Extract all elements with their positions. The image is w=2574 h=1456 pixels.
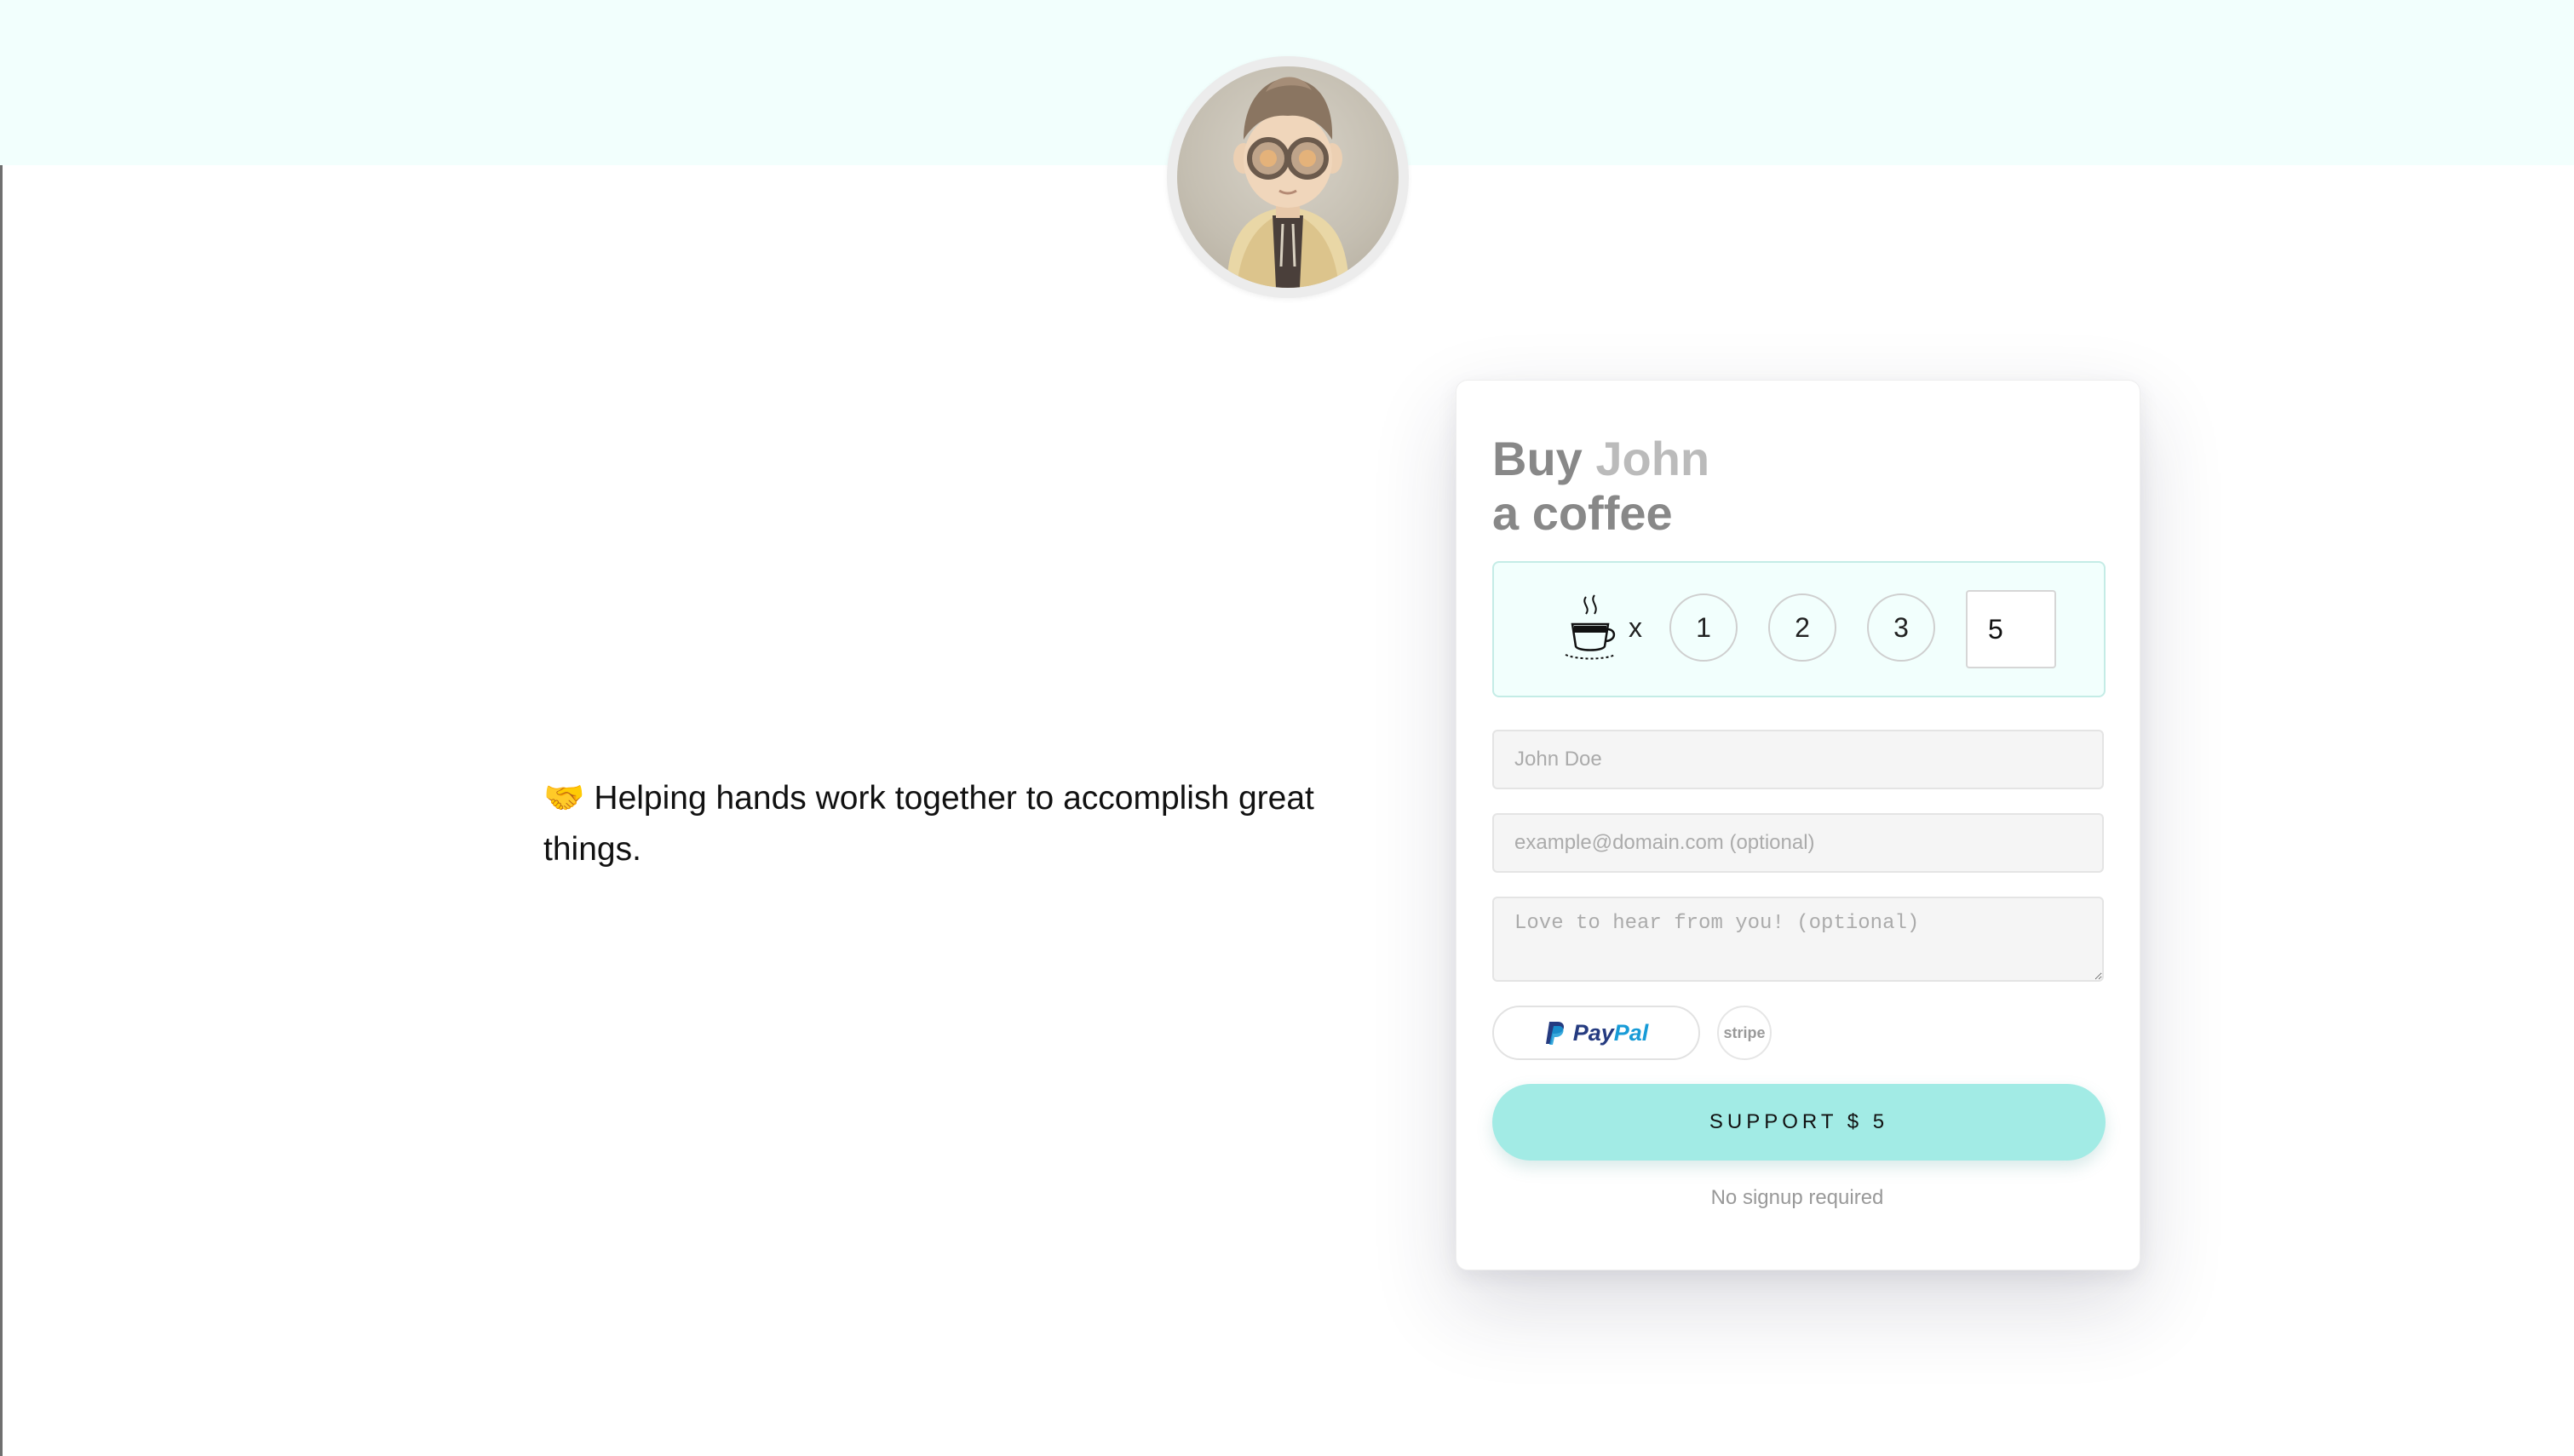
stripe-button[interactable]: stripe — [1717, 1006, 1772, 1060]
coffee-quantity-selector: x 1 2 3 — [1492, 561, 2106, 697]
support-card: Buy John a coffee x 1 2 3 5 John Doe exa… — [1456, 380, 2140, 1270]
tagline: 🤝 Helping hands work together to accompl… — [543, 773, 1361, 875]
quantity-option-1[interactable]: 1 — [1669, 593, 1738, 662]
name-field[interactable] — [1492, 730, 2104, 789]
avatar-character-illustration — [1227, 77, 1349, 288]
title-prefix: Buy — [1492, 432, 1583, 485]
window-edge — [0, 0, 3, 1456]
multiplier-sign: x — [1629, 612, 1642, 643]
handshake-icon: 🤝 — [543, 780, 585, 817]
tagline-text: Helping hands work together to accomplis… — [543, 780, 1314, 868]
quantity-option-3[interactable]: 3 — [1867, 593, 1935, 662]
avatar — [1167, 56, 1409, 298]
page: 🤝 Helping hands work together to accompl… — [0, 0, 2574, 1456]
coffee-cup-icon — [1565, 594, 1616, 660]
card-title: Buy John a coffee — [1492, 432, 1709, 541]
custom-quantity-input[interactable] — [1966, 590, 2056, 668]
no-signup-note: No signup required — [1710, 1186, 1884, 1209]
paypal-button[interactable]: PayPal — [1492, 1006, 1700, 1060]
paypal-icon — [1545, 1022, 1564, 1045]
title-suffix: a coffee — [1492, 486, 1673, 540]
quantity-option-2[interactable]: 2 — [1768, 593, 1836, 662]
message-field[interactable] — [1492, 897, 2104, 982]
creator-name: John — [1595, 432, 1710, 485]
email-field[interactable] — [1492, 813, 2104, 873]
paypal-logo-text: PayPal — [1572, 1019, 1649, 1046]
avatar-image — [1177, 66, 1399, 288]
support-button[interactable]: SUPPORT $ 5 — [1492, 1084, 2106, 1161]
